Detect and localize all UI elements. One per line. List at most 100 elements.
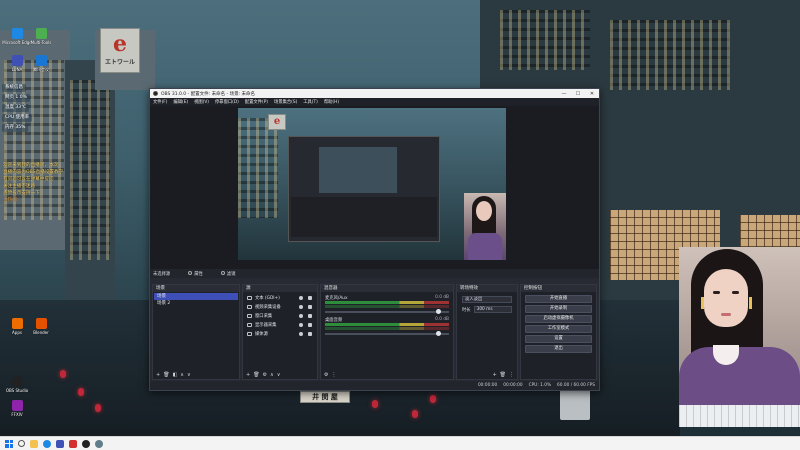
obs-icon[interactable] — [82, 439, 90, 448]
remove-transition-button[interactable]: 🗑 — [500, 372, 506, 378]
source-settings-button[interactable]: ⚙ — [263, 372, 267, 378]
filters-button[interactable]: 滤镜 — [220, 271, 235, 277]
controls-dock-title: 控制按钮 — [521, 285, 596, 292]
lantern — [372, 400, 378, 408]
fps-readout: 60.00 / 60.00 FPS — [557, 383, 595, 388]
sources-dock-title: 源 — [243, 285, 317, 292]
start-virtual-camera-button[interactable]: 启动虚拟摄像机 — [525, 315, 592, 323]
lock-icon[interactable] — [308, 295, 312, 300]
obs-window[interactable]: OBS 31.0.0 - 配置文件: 未命名 - 场景: 未命名 — ☐ ✕ 文… — [149, 88, 600, 391]
recording-time: 00:00:00 — [477, 383, 498, 388]
lock-icon[interactable] — [308, 304, 312, 309]
desktop-icon-game[interactable]: FFXIV — [2, 400, 32, 417]
desktop-icon-multitools[interactable]: Multi-Tools — [26, 28, 56, 45]
add-source-button[interactable]: + — [246, 372, 250, 378]
menu-profile[interactable]: 配置文件(P) — [245, 99, 268, 105]
close-button[interactable]: ✕ — [585, 91, 599, 97]
move-up-button[interactable]: ∧ — [270, 372, 274, 378]
mixer-settings-button[interactable]: ⚙ — [324, 372, 328, 378]
duration-input[interactable]: 300 ms — [473, 306, 512, 313]
visibility-icon[interactable] — [299, 295, 303, 300]
studio-mode-button[interactable]: 工作室模式 — [525, 325, 592, 333]
visibility-icon[interactable] — [299, 304, 303, 309]
remove-scene-button[interactable]: 🗑 — [163, 372, 169, 378]
desktop-icon-label: Apps — [12, 330, 22, 335]
volume-slider[interactable] — [325, 331, 449, 336]
search-icon[interactable] — [18, 440, 25, 447]
visibility-icon[interactable] — [299, 322, 303, 327]
preview-canvas[interactable]: e — [238, 108, 506, 260]
visibility-icon[interactable] — [299, 331, 303, 336]
transition-select[interactable]: 淡入淡出 — [462, 296, 512, 303]
docks-area: 场景 场景 场景 2 + 🗑 ◧ ∧ ∨ 源 文本 (GDI+) 视频采集设备 … — [150, 284, 599, 380]
desktop-icon-blender[interactable]: Blender — [26, 318, 56, 335]
source-item[interactable]: 媒体源 — [244, 329, 316, 338]
visibility-icon[interactable] — [299, 313, 303, 318]
lock-icon[interactable] — [308, 322, 312, 327]
volume-slider-handle[interactable] — [436, 309, 441, 314]
transition-duration-row: 时长 300 ms — [462, 306, 512, 313]
mixer-channel: 桌面音频 0.0 dB — [322, 315, 452, 337]
channel-db: 0.0 dB — [435, 295, 449, 300]
app-icon[interactable] — [69, 439, 77, 448]
source-item[interactable]: 文本 (GDI+) — [244, 293, 316, 302]
luna-icon — [11, 55, 23, 66]
lock-icon[interactable] — [308, 331, 312, 336]
menu-docks[interactable]: 停靠窗口(D) — [215, 99, 239, 105]
source-item[interactable]: 显示器采集 — [244, 320, 316, 329]
controls-body: 开始直播 开始录制 启动虚拟摄像机 工作室模式 设置 退出 — [522, 293, 595, 379]
shop-sign-caption: エトワール — [104, 59, 135, 66]
scene-filters-button[interactable]: ◧ — [173, 372, 178, 378]
menu-scene-collection[interactable]: 场景集合(S) — [274, 99, 297, 105]
volume-slider-handle[interactable] — [436, 331, 441, 336]
channel-db: 0.0 dB — [435, 317, 449, 322]
scenes-toolbar: + 🗑 ◧ ∧ ∨ — [153, 371, 239, 379]
scene-item[interactable]: 场景 — [154, 293, 238, 300]
add-transition-button[interactable]: + — [492, 372, 496, 378]
system-widget-row: 网页 1.0% — [2, 94, 30, 102]
source-item[interactable]: 视频采集设备 — [244, 302, 316, 311]
menu-tools[interactable]: 工具(T) — [303, 99, 318, 105]
move-down-button[interactable]: ∨ — [277, 372, 281, 378]
obs-logo-icon — [153, 91, 158, 96]
building-windows — [70, 80, 110, 260]
start-streaming-button[interactable]: 开始直播 — [525, 295, 592, 303]
menu-file[interactable]: 文件(F) — [153, 99, 167, 105]
menu-help[interactable]: 帮助(H) — [324, 99, 339, 105]
maximize-button[interactable]: ☐ — [571, 91, 585, 97]
no-source-label: 未选择源 — [153, 271, 171, 277]
volume-meter — [325, 305, 449, 308]
start-recording-button[interactable]: 开始录制 — [525, 305, 592, 313]
move-down-button[interactable]: ∨ — [187, 372, 191, 378]
notice-line: 点赞投币支持一下 — [3, 191, 40, 196]
settings-button[interactable]: 设置 — [525, 335, 592, 343]
desktop-icon-label: Blender — [33, 330, 49, 335]
desktop-icon-meeting[interactable]: 腾讯会议 — [26, 55, 56, 72]
mixer-dock: 混音器 麦克风/Aux 0.0 dB 桌面音频 0.0 dB ⚙ ⋮ — [320, 284, 454, 380]
add-scene-button[interactable]: + — [156, 372, 160, 378]
edge-icon[interactable] — [43, 439, 51, 448]
file-explorer-icon[interactable] — [30, 439, 38, 448]
remove-source-button[interactable]: 🗑 — [253, 372, 259, 378]
desktop-icon-obs[interactable]: OBS Studio — [2, 376, 32, 393]
exit-button[interactable]: 退出 — [525, 345, 592, 353]
scene-item[interactable]: 场景 2 — [154, 300, 238, 307]
menu-edit[interactable]: 编辑(E) — [173, 99, 188, 105]
volume-slider[interactable] — [325, 309, 449, 314]
mixer-menu-button[interactable]: ⋮ — [331, 372, 336, 378]
notice-line: 直播内容为OBS直播设置教学 — [3, 170, 64, 175]
preview-area[interactable]: e — [150, 106, 599, 269]
preview-building-windows — [238, 118, 278, 218]
settings-icon[interactable] — [95, 439, 103, 448]
obs-titlebar[interactable]: OBS 31.0.0 - 配置文件: 未命名 - 场景: 未命名 — ☐ ✕ — [150, 89, 599, 98]
move-up-button[interactable]: ∧ — [180, 372, 184, 378]
source-item[interactable]: 窗口采集 — [244, 311, 316, 320]
minimize-button[interactable]: — — [557, 91, 571, 97]
properties-button[interactable]: 属性 — [188, 271, 203, 277]
duration-label: 时长 — [462, 307, 471, 313]
menu-view[interactable]: 视图(V) — [194, 99, 209, 105]
start-button[interactable] — [5, 439, 13, 448]
transition-menu-button[interactable]: ⋮ — [509, 372, 514, 378]
lock-icon[interactable] — [308, 313, 312, 318]
store-icon[interactable] — [56, 439, 64, 448]
